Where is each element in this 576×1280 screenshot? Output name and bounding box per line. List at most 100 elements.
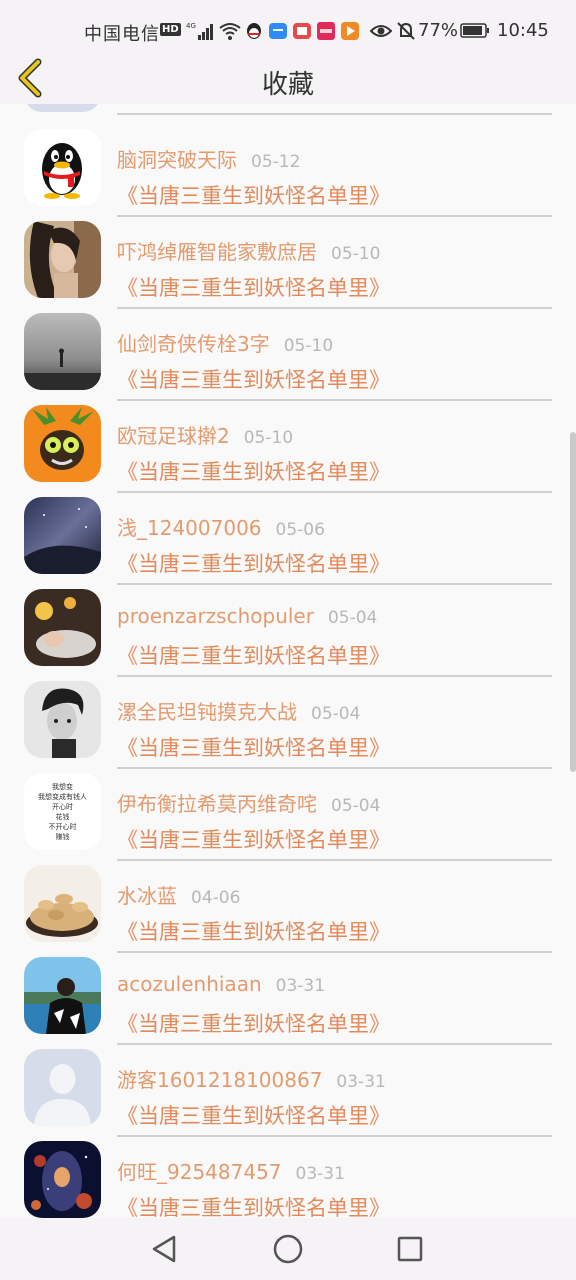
favorites-list[interactable]: 脑洞突破天际 05-12 《当唐三重生到妖怪名单里》 吓鸿绰雁智能家敷庶居 05-1… <box>0 104 576 1218</box>
recents-square-icon[interactable] <box>393 1232 427 1266</box>
book-title[interactable]: 《当唐三重生到妖怪名单里》 <box>117 640 390 670</box>
book-title[interactable]: 《当唐三重生到妖怪名单里》 <box>117 1100 390 1130</box>
list-item[interactable]: 吓鸿绰雁智能家敷庶居 05-10 《当唐三重生到妖怪名单里》 <box>0 208 576 309</box>
user-name: 吓鸿绰雁智能家敷庶居 <box>117 240 317 264</box>
item-date: 05-10 <box>283 336 334 356</box>
hd-badge: HD <box>160 23 181 36</box>
avatar[interactable] <box>24 497 101 574</box>
item-header: 欧冠足球擀2 05-10 <box>117 420 293 449</box>
book-title[interactable]: 《当唐三重生到妖怪名单里》 <box>117 456 390 486</box>
list-item[interactable]: 仙剑奇侠传栓3字 05-10 《当唐三重生到妖怪名单里》 <box>0 300 576 401</box>
book-title[interactable]: 《当唐三重生到妖怪名单里》 <box>117 732 390 762</box>
book-title[interactable]: 《当唐三重生到妖怪名单里》 <box>117 272 390 302</box>
list-item[interactable]: proenzarzschopuler 05-04 《当唐三重生到妖怪名单里》 <box>0 576 576 677</box>
item-header: acozulenhiaan 03-31 <box>117 972 325 996</box>
item-header: 游客1601218100867 03-31 <box>117 1064 386 1093</box>
item-header: 脑洞突破天际 05-12 <box>117 144 300 173</box>
header-bar: 收藏 <box>0 52 576 104</box>
book-title[interactable]: 《当唐三重生到妖怪名单里》 <box>117 1008 390 1038</box>
book-title[interactable]: 《当唐三重生到妖怪名单里》 <box>117 364 390 394</box>
item-date: 05-10 <box>243 428 294 448</box>
carrier-label: 中国电信 <box>84 24 160 45</box>
avatar[interactable]: 我想变 我想变成有钱人 开心时 花钱 不开心时 赚钱 <box>24 773 101 850</box>
list-item[interactable]: 我想变 我想变成有钱人 开心时 花钱 不开心时 赚钱 伊布衡拉希莫丙维奇咤 05-… <box>0 760 576 861</box>
avatar-text-line: 花钱 <box>55 813 70 821</box>
list-item[interactable]: 浅_124007006 05-06 《当唐三重生到妖怪名单里》 <box>0 484 576 585</box>
list-item[interactable]: 脑洞突破天际 05-12 《当唐三重生到妖怪名单里》 <box>0 116 576 217</box>
item-date: 05-04 <box>311 704 361 724</box>
page-title: 收藏 <box>261 70 314 100</box>
eye-icon <box>370 25 392 37</box>
book-title[interactable]: 《当唐三重生到妖怪名单里》 <box>117 548 390 578</box>
list-item[interactable]: 漯全民坦钝摸克大战 05-04 《当唐三重生到妖怪名单里》 <box>0 668 576 769</box>
avatar[interactable] <box>24 865 101 942</box>
item-date: 05-04 <box>331 796 381 816</box>
avatar[interactable] <box>24 405 101 482</box>
battery-percent: 77% <box>418 20 459 41</box>
user-name: 欧冠足球擀2 <box>117 424 230 448</box>
avatar-text-line: 我想变成有钱人 <box>38 793 87 801</box>
qq-icon <box>247 23 261 39</box>
user-photo <box>24 957 101 1034</box>
list-item[interactable]: 欧冠足球擀2 05-10 《当唐三重生到妖怪名单里》 <box>0 392 576 493</box>
list-item-partial <box>0 104 576 116</box>
avatar[interactable] <box>24 129 101 206</box>
avatar[interactable] <box>24 681 101 758</box>
list-item[interactable]: acozulenhiaan 03-31 《当唐三重生到妖怪名单里》 <box>0 944 576 1045</box>
item-date: 05-12 <box>251 152 301 172</box>
play-icon <box>341 22 359 40</box>
avatar[interactable] <box>24 1049 101 1126</box>
book-title[interactable]: 《当唐三重生到妖怪名单里》 <box>117 180 390 210</box>
item-header: 伊布衡拉希莫丙维奇咤 05-04 <box>117 788 380 817</box>
list-item[interactable]: 游客1601218100867 03-31 《当唐三重生到妖怪名单里》 <box>0 1036 576 1137</box>
user-photo <box>24 221 101 298</box>
signal-icon: 4G <box>186 22 213 40</box>
user-name: acozulenhiaan <box>117 972 262 996</box>
book-title[interactable]: 《当唐三重生到妖怪名单里》 <box>117 916 390 946</box>
list-item[interactable]: 水冰蓝 04-06 《当唐三重生到妖怪名单里》 <box>0 852 576 953</box>
user-name: 仙剑奇侠传栓3字 <box>117 332 270 356</box>
item-date: 05-10 <box>331 244 381 264</box>
book-title[interactable]: 《当唐三重生到妖怪名单里》 <box>117 1192 390 1218</box>
user-name: 脑洞突破天际 <box>117 148 237 172</box>
avatar[interactable] <box>24 1141 101 1218</box>
avatar[interactable] <box>24 221 101 298</box>
item-header: 吓鸿绰雁智能家敷庶居 05-10 <box>117 236 380 265</box>
mute-bell-icon <box>397 22 415 40</box>
item-date: 03-31 <box>336 1072 386 1092</box>
book-icon <box>293 23 311 39</box>
user-name: 游客1601218100867 <box>117 1068 323 1092</box>
book-title[interactable]: 《当唐三重生到妖怪名单里》 <box>117 824 390 854</box>
avatar-text-line: 我想变 <box>52 783 73 791</box>
status-bar: 中国电信 HD 4G 77% 10:45 <box>0 0 576 52</box>
avatar-text: 我想变 我想变成有钱人 开心时 花钱 不开心时 赚钱 <box>24 782 101 842</box>
item-date: 03-31 <box>275 976 326 996</box>
back-triangle-icon[interactable] <box>148 1232 182 1266</box>
avatar[interactable] <box>24 589 101 666</box>
app-icon <box>317 22 335 40</box>
list-item[interactable]: 何旺_925487457 03-31 《当唐三重生到妖怪名单里》 <box>0 1128 576 1218</box>
user-name: 浅_124007006 <box>117 516 262 540</box>
default-avatar-icon <box>24 1049 101 1126</box>
scrollbar[interactable] <box>570 432 576 772</box>
home-circle-icon[interactable] <box>271 1232 305 1266</box>
item-header: 浅_124007006 05-06 <box>117 512 325 541</box>
avatar[interactable] <box>24 313 101 390</box>
clock: 10:45 <box>497 20 549 41</box>
user-name: 漯全民坦钝摸克大战 <box>117 700 297 724</box>
qq-penguin-icon <box>24 129 101 206</box>
avatar-text-line: 不开心时 <box>48 823 77 831</box>
wifi-icon <box>219 23 241 40</box>
avatar-text-line: 赚钱 <box>55 833 70 841</box>
item-date: 04-06 <box>191 888 241 908</box>
screen: 中国电信 HD 4G 77% 10:45 收藏 脑洞突破天际 05-12 《当唐… <box>0 0 576 1280</box>
battery-icon <box>460 23 489 38</box>
item-header: 何旺_925487457 03-31 <box>117 1156 345 1185</box>
system-nav-bar <box>0 1218 576 1280</box>
item-header: 水冰蓝 04-06 <box>117 880 240 909</box>
user-photo <box>24 313 101 390</box>
item-header: 漯全民坦钝摸克大战 05-04 <box>117 696 360 725</box>
user-photo <box>24 681 101 758</box>
avatar[interactable] <box>24 957 101 1034</box>
item-date: 03-31 <box>295 1164 345 1184</box>
